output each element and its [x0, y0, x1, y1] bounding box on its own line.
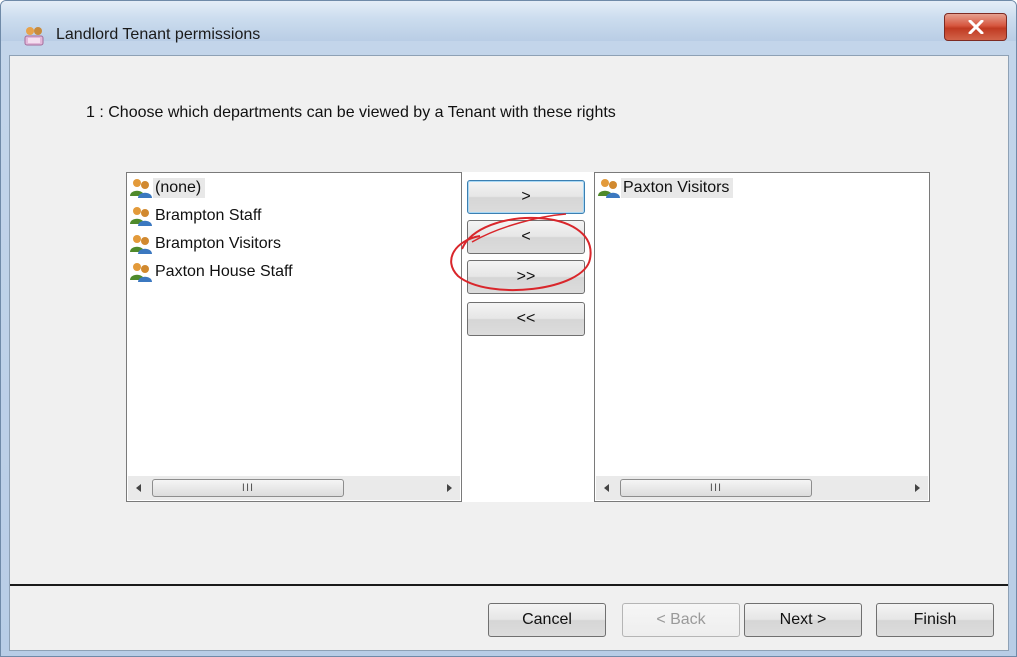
instruction-text: 1 : Choose which departments can be view… — [86, 104, 616, 121]
back-button[interactable]: < Back — [622, 603, 740, 637]
scroll-right-arrow-icon[interactable] — [438, 476, 460, 500]
cancel-button[interactable]: Cancel — [488, 603, 606, 637]
list-item-label: Paxton Visitors — [621, 178, 734, 198]
available-departments-list[interactable]: (none) Brampton Staff Brampton Visitors — [126, 172, 462, 502]
list-item-label: Brampton Staff — [155, 207, 262, 224]
selected-departments-list[interactable]: Paxton Visitors III — [594, 172, 930, 502]
horizontal-scrollbar[interactable]: III — [596, 476, 928, 500]
add-all-button[interactable]: >> — [467, 260, 585, 294]
user-group-icon — [130, 207, 152, 226]
scroll-left-arrow-icon[interactable] — [596, 476, 618, 500]
title-bar[interactable]: Landlord Tenant permissions — [1, 1, 1016, 46]
finish-button[interactable]: Finish — [876, 603, 994, 637]
list-item[interactable]: Brampton Staff — [129, 203, 265, 229]
user-group-icon — [130, 179, 152, 198]
dialog-body: 1 : Choose which departments can be view… — [9, 55, 1009, 651]
horizontal-scrollbar[interactable]: III — [128, 476, 460, 500]
next-button[interactable]: Next > — [744, 603, 862, 637]
list-item-label: Brampton Visitors — [155, 235, 281, 252]
list-item[interactable]: Paxton House Staff — [129, 259, 297, 285]
dialog-window: Landlord Tenant permissions 1 : Choose w… — [0, 0, 1017, 657]
user-group-icon — [130, 235, 152, 254]
remove-button[interactable]: < — [467, 220, 585, 254]
user-group-icon — [130, 263, 152, 282]
scroll-thumb[interactable]: III — [620, 479, 812, 497]
scroll-left-arrow-icon[interactable] — [128, 476, 150, 500]
footer-separator — [10, 584, 1008, 586]
list-item-label: (none) — [153, 178, 206, 198]
scroll-right-arrow-icon[interactable] — [906, 476, 928, 500]
user-group-icon — [598, 179, 620, 198]
list-item[interactable]: (none) — [129, 175, 206, 201]
list-item[interactable]: Brampton Visitors — [129, 231, 285, 257]
list-item-label: Paxton House Staff — [155, 263, 293, 280]
remove-all-button[interactable]: << — [467, 302, 585, 336]
close-button[interactable] — [944, 13, 1007, 41]
scroll-thumb[interactable]: III — [152, 479, 344, 497]
app-icon — [23, 25, 45, 47]
list-item[interactable]: Paxton Visitors — [597, 175, 734, 201]
close-icon — [968, 20, 984, 34]
window-title: Landlord Tenant permissions — [56, 26, 261, 43]
add-button[interactable]: > — [467, 180, 585, 214]
